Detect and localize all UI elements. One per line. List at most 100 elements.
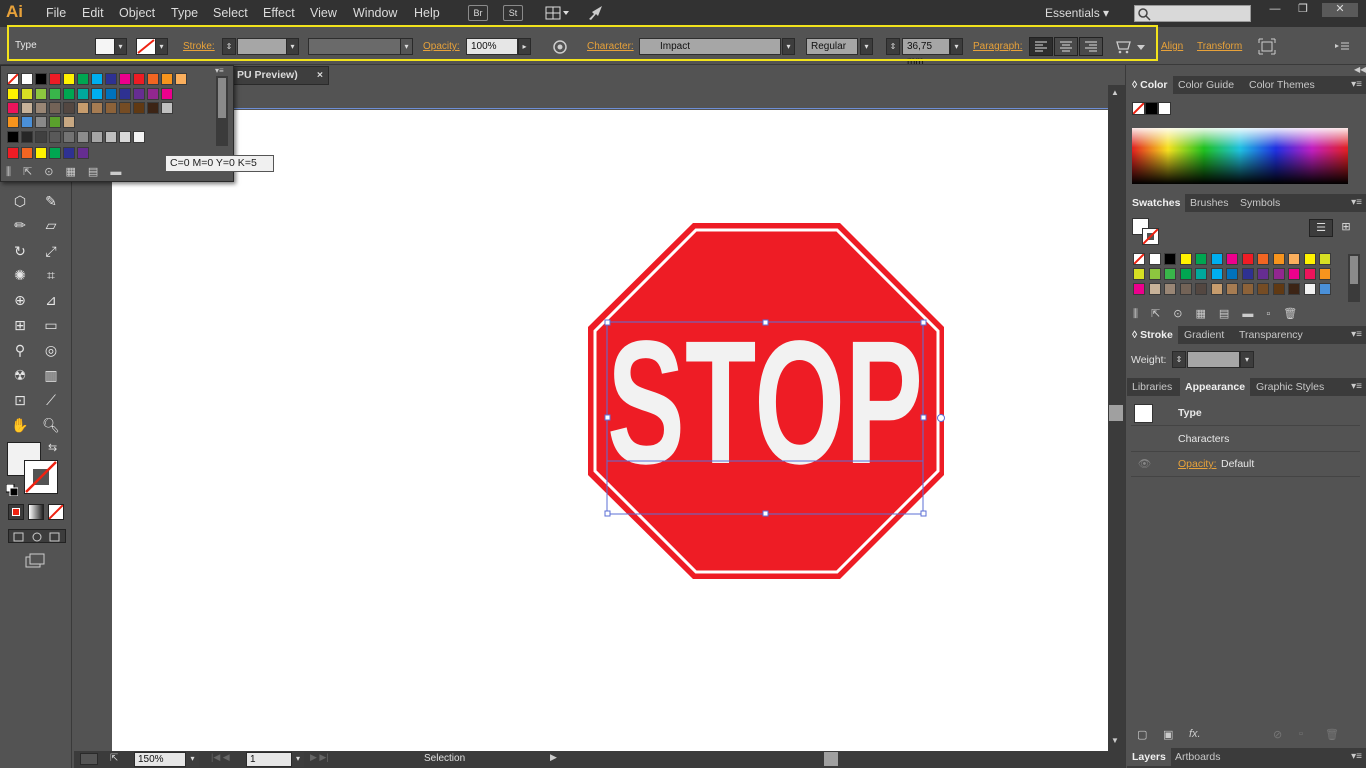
- swatches-panel-menu-icon[interactable]: ▾≡: [1351, 197, 1362, 208]
- swatch-popup-cell[interactable]: [77, 102, 89, 114]
- workspace-switcher[interactable]: Essentials ▾: [1045, 6, 1109, 20]
- new-folder-icon[interactable]: ▬: [110, 166, 133, 178]
- warp-tool-icon[interactable]: ✺: [9, 264, 31, 286]
- bridge-button[interactable]: Br: [468, 5, 488, 21]
- perspective-grid-tool-icon[interactable]: ⊿: [40, 289, 62, 311]
- appearance-row-characters[interactable]: Characters: [1131, 427, 1360, 452]
- document-tab[interactable]: PU Preview) ×: [232, 66, 329, 85]
- swatch-cell[interactable]: [1241, 253, 1254, 265]
- swatch-cell[interactable]: [1210, 268, 1223, 280]
- menu-select[interactable]: Select: [213, 6, 248, 20]
- help-search-input[interactable]: [1134, 5, 1251, 22]
- menu-type[interactable]: Type: [171, 6, 198, 20]
- swatch-cell[interactable]: [1241, 283, 1254, 295]
- arrange-documents-button[interactable]: [545, 5, 571, 21]
- swatch-cell[interactable]: [1319, 283, 1331, 295]
- isolate-button[interactable]: [1258, 38, 1276, 55]
- new-folder-icon[interactable]: ▬: [1242, 308, 1266, 320]
- swatch-popup-cell[interactable]: [7, 88, 19, 100]
- next-last-artboard[interactable]: ▶ ▶|: [310, 752, 344, 767]
- swatch-cell[interactable]: [1179, 253, 1192, 265]
- swatch-popup-cell[interactable]: [35, 73, 47, 85]
- swatch-popup-cell[interactable]: [49, 102, 61, 114]
- appearance-row-opacity[interactable]: 👁︎ Opacity: Default: [1131, 452, 1360, 477]
- swatch-popup-menu-icon[interactable]: ▾≡: [215, 66, 231, 76]
- swatch-popup-cell[interactable]: [161, 73, 173, 85]
- swatch-popup-cell[interactable]: [7, 102, 19, 114]
- swatch-popup-cell[interactable]: [35, 116, 47, 128]
- swatch-options-icon[interactable]: ⊙: [44, 166, 65, 178]
- transform-panel-link[interactable]: Transform: [1197, 41, 1242, 52]
- first-prev-artboard[interactable]: |◀ ◀: [211, 752, 245, 767]
- swatch-popup-cell[interactable]: [175, 73, 187, 85]
- swatch-popup-cell[interactable]: [133, 88, 145, 100]
- restore-button[interactable]: ❐: [1290, 3, 1316, 17]
- menu-object[interactable]: Object: [119, 6, 155, 20]
- swatch-cell[interactable]: [1210, 253, 1223, 265]
- swatch-popup-cell[interactable]: [21, 147, 33, 159]
- swatch-popup-cell[interactable]: [119, 88, 131, 100]
- swatch-popup-cell[interactable]: [49, 116, 61, 128]
- draw-modes-group[interactable]: [8, 529, 66, 543]
- swatch-popup-cell[interactable]: [49, 131, 61, 143]
- swatch-popup-cell[interactable]: [35, 88, 47, 100]
- swatch-popup-cell[interactable]: [105, 131, 117, 143]
- tab-symbols[interactable]: Symbols: [1235, 194, 1285, 212]
- swatch-popup-cell[interactable]: [63, 147, 75, 159]
- swatch-cell[interactable]: [1195, 283, 1207, 295]
- swatch-popup-cell[interactable]: [63, 116, 75, 128]
- swatch-options-icon[interactable]: ⊙: [1173, 308, 1195, 320]
- swatch-cell[interactable]: [1257, 283, 1269, 295]
- share-icon[interactable]: ⇱: [110, 753, 124, 765]
- menu-file[interactable]: File: [46, 6, 66, 20]
- pencil-tool-icon[interactable]: ✏: [9, 214, 31, 236]
- swatch-popup-cell[interactable]: [7, 147, 19, 159]
- swatch-cell[interactable]: [1133, 283, 1145, 295]
- swatch-popup-cell[interactable]: [7, 131, 19, 143]
- swatch-popup-cell[interactable]: [119, 73, 131, 85]
- swatch-cell[interactable]: [1272, 283, 1285, 295]
- artboard[interactable]: STOP: [112, 110, 1108, 751]
- swatch-cell[interactable]: [1288, 283, 1300, 295]
- scroll-thumb[interactable]: [1109, 405, 1123, 421]
- list-view-icon[interactable]: ▤: [88, 166, 110, 178]
- artboard-dropdown[interactable]: ▾: [292, 752, 304, 767]
- tab-appearance[interactable]: Appearance: [1180, 378, 1251, 396]
- menu-help[interactable]: Help: [414, 6, 440, 20]
- swatch-cell[interactable]: [1148, 283, 1161, 295]
- swatch-popup-cell[interactable]: [49, 147, 61, 159]
- swatch-popup-cell[interactable]: [133, 131, 145, 143]
- swatch-popup-cell[interactable]: [21, 88, 33, 100]
- add-effect-icon[interactable]: fx.: [1189, 728, 1201, 740]
- stock-button[interactable]: St: [503, 5, 523, 21]
- swatch-popup-cell[interactable]: [119, 131, 131, 143]
- stroke-weight-stepper-panel[interactable]: ⇕: [1172, 351, 1186, 368]
- hand-tool-icon[interactable]: ✋: [9, 414, 31, 436]
- none-mode-button[interactable]: [48, 504, 64, 520]
- swatch-cell[interactable]: [1179, 283, 1192, 295]
- mesh-tool-icon[interactable]: ⊞: [9, 314, 31, 336]
- zoom-input[interactable]: 150%: [134, 752, 186, 767]
- delete-swatch-icon[interactable]: 🗑︎: [1283, 308, 1310, 320]
- swatch-cell[interactable]: [1195, 268, 1207, 280]
- swatch-popup-cell[interactable]: [161, 102, 173, 114]
- status-menu-arrow[interactable]: ▶: [550, 752, 557, 763]
- close-document-icon[interactable]: ×: [317, 67, 323, 84]
- menu-view[interactable]: View: [310, 6, 337, 20]
- swatch-libraries-icon[interactable]: ⫼: [6, 166, 23, 178]
- swatch-cell[interactable]: [1179, 268, 1192, 280]
- free-transform-tool-icon[interactable]: ⌗: [40, 264, 62, 286]
- swatch-cell[interactable]: [1210, 283, 1223, 295]
- swatch-popup-cell[interactable]: [133, 73, 145, 85]
- swatch-popup-cell[interactable]: [49, 88, 61, 100]
- color-none-swatch[interactable]: [1132, 102, 1145, 115]
- stroke-weight-panel-dropdown[interactable]: ▾: [1240, 351, 1254, 368]
- swatch-cell[interactable]: [1319, 268, 1331, 280]
- eraser-tool-icon[interactable]: ▱: [40, 214, 62, 236]
- tab-color-themes[interactable]: Color Themes: [1244, 76, 1320, 94]
- visibility-eye-icon[interactable]: 👁︎: [1138, 452, 1151, 477]
- tab-gradient[interactable]: Gradient: [1179, 326, 1229, 344]
- color-spectrum-picker[interactable]: [1132, 128, 1348, 184]
- swatch-popup-cell[interactable]: [77, 88, 89, 100]
- align-panel-link[interactable]: Align: [1161, 41, 1183, 52]
